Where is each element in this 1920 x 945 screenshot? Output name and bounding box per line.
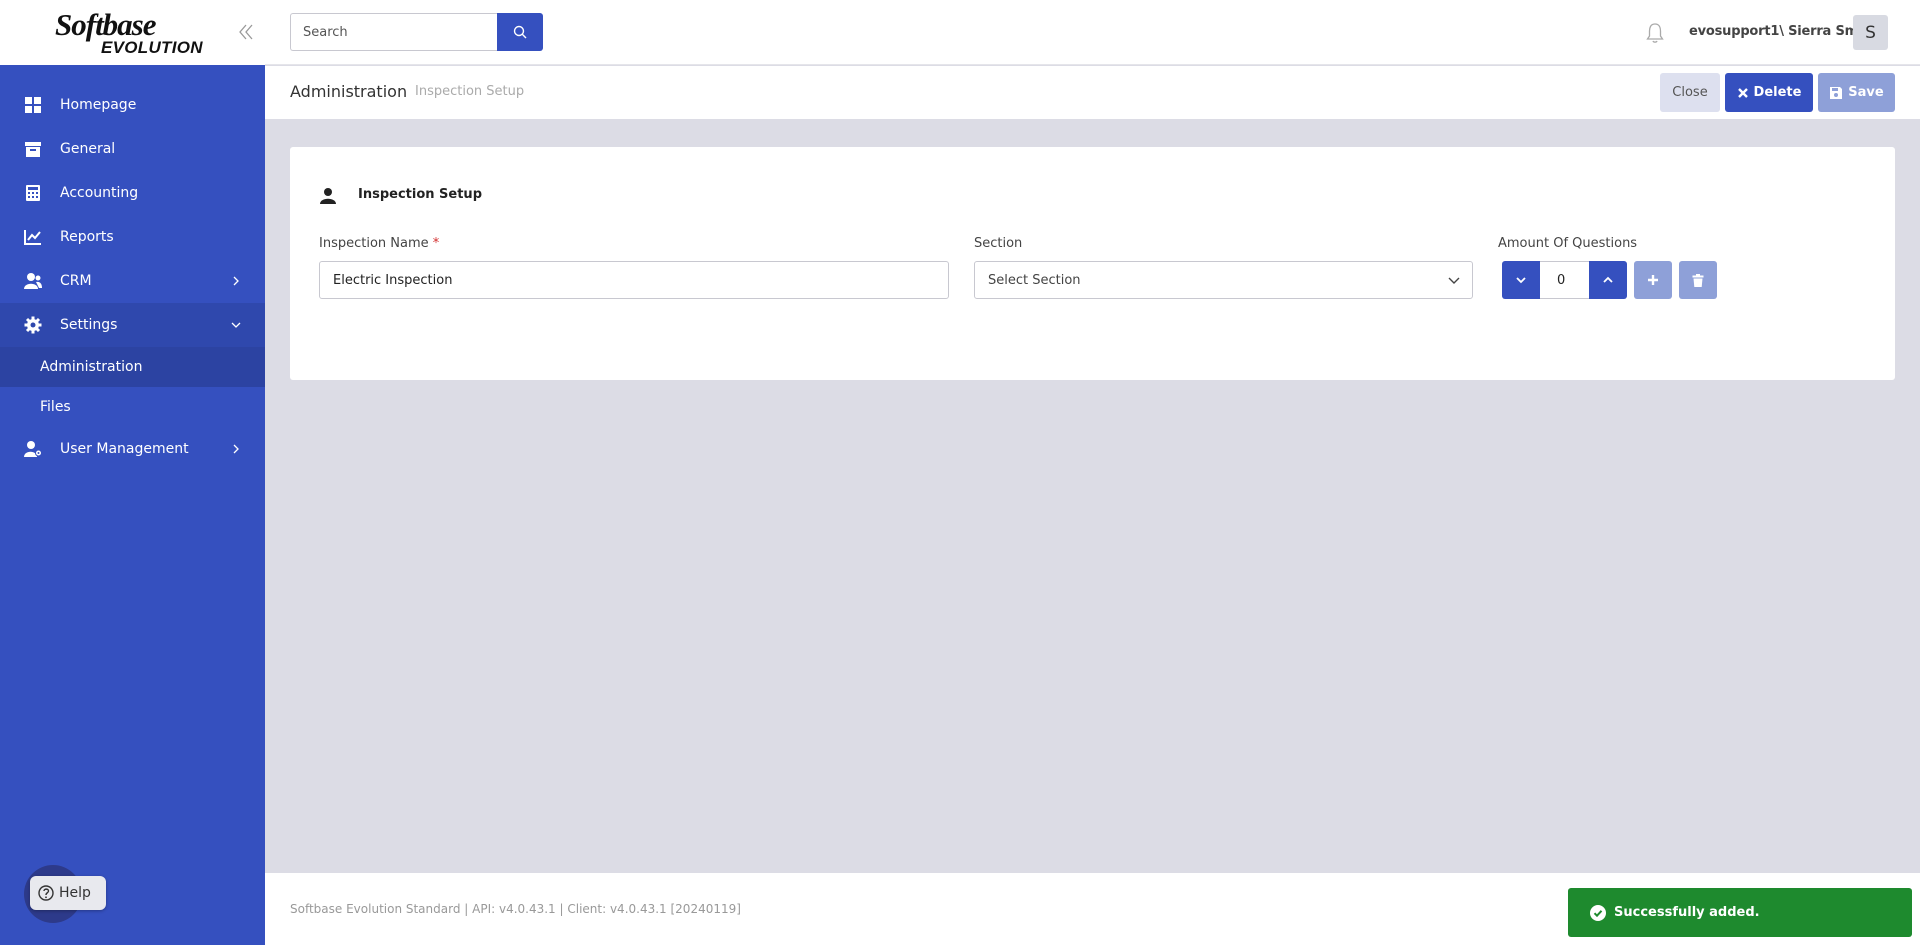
sidebar-item-settings[interactable]: Settings bbox=[0, 303, 265, 347]
chevron-down-icon bbox=[231, 322, 241, 328]
logo-area: Softbase EVOLUTION bbox=[0, 0, 265, 65]
user-icon bbox=[320, 188, 336, 204]
chevron-down-icon bbox=[1448, 277, 1460, 284]
section-label: Section bbox=[974, 236, 1023, 251]
add-question-button[interactable] bbox=[1634, 261, 1672, 299]
chevron-down-icon bbox=[1516, 277, 1526, 284]
page-title: Administration bbox=[290, 82, 408, 101]
sidebar-item-label: Accounting bbox=[60, 185, 139, 201]
trash-icon bbox=[1692, 273, 1704, 287]
settings-group: Settings Administration Files bbox=[0, 303, 265, 427]
close-button-label: Close bbox=[1672, 85, 1708, 100]
logo[interactable]: Softbase EVOLUTION bbox=[55, 7, 205, 60]
user-name[interactable]: evosupport1\ Sierra Smith bbox=[1689, 24, 1877, 39]
sidebar-item-accounting[interactable]: Accounting bbox=[0, 171, 265, 215]
save-button-label: Save bbox=[1848, 85, 1884, 100]
check-circle-icon bbox=[1590, 904, 1606, 921]
users-icon bbox=[24, 273, 42, 289]
logo-text-top: Softbase bbox=[55, 7, 157, 42]
sidebar-subitem-administration[interactable]: Administration bbox=[0, 347, 265, 387]
logo-text-bottom: EVOLUTION bbox=[101, 38, 203, 57]
sidebar-item-label: CRM bbox=[60, 273, 92, 289]
search-input[interactable] bbox=[290, 13, 498, 51]
gear-icon bbox=[24, 316, 42, 334]
sidebar-item-label: User Management bbox=[60, 441, 189, 457]
chevron-right-icon bbox=[233, 276, 239, 286]
delete-button[interactable]: Delete bbox=[1725, 73, 1813, 112]
grid-icon bbox=[25, 97, 41, 113]
delete-button-label: Delete bbox=[1753, 85, 1802, 100]
chevron-up-icon bbox=[1603, 276, 1613, 283]
inspection-name-label-text: Inspection Name bbox=[319, 236, 429, 251]
inspection-setup-card: Inspection Setup Inspection Name * Secti… bbox=[290, 147, 1895, 380]
user-gear-icon bbox=[24, 441, 42, 457]
sidebar-item-homepage[interactable]: Homepage bbox=[0, 83, 265, 127]
sidebar-subitem-files[interactable]: Files bbox=[0, 387, 265, 427]
plus-icon bbox=[1648, 275, 1658, 285]
inspection-name-label: Inspection Name * bbox=[319, 236, 439, 251]
sidebar-item-label: General bbox=[60, 141, 116, 157]
sidebar-item-label: Settings bbox=[60, 317, 118, 333]
sidebar-item-reports[interactable]: Reports bbox=[0, 215, 265, 259]
collapse-sidebar-icon[interactable] bbox=[236, 20, 256, 44]
chart-line-icon bbox=[24, 230, 41, 245]
bell-icon[interactable] bbox=[1645, 22, 1665, 44]
success-toast[interactable]: Successfully added. bbox=[1568, 888, 1912, 937]
increment-button[interactable] bbox=[1589, 261, 1627, 299]
archive-icon bbox=[25, 142, 41, 157]
required-mark: * bbox=[432, 236, 440, 251]
toast-message: Successfully added. bbox=[1614, 905, 1760, 920]
floppy-icon bbox=[1830, 86, 1843, 99]
sidebar-item-label: Reports bbox=[60, 229, 114, 245]
page-header: Administration Inspection Setup Close De… bbox=[265, 66, 1920, 119]
sidebar-item-user-management[interactable]: User Management bbox=[0, 427, 265, 471]
sidebar-nav: Homepage General Accounting Reports CRM … bbox=[0, 83, 265, 471]
inspection-name-input[interactable] bbox=[319, 261, 949, 299]
sidebar-item-label: Homepage bbox=[60, 97, 137, 113]
chevron-right-icon bbox=[233, 444, 239, 454]
delete-question-button[interactable] bbox=[1679, 261, 1717, 299]
help-button[interactable]: Help bbox=[30, 876, 106, 910]
save-button[interactable]: Save bbox=[1818, 73, 1895, 112]
top-bar: evosupport1\ Sierra Smith S bbox=[265, 0, 1920, 65]
question-circle-icon bbox=[38, 885, 54, 901]
section-select[interactable]: Select Section bbox=[974, 261, 1473, 299]
decrement-button[interactable] bbox=[1502, 261, 1540, 299]
help-label: Help bbox=[59, 885, 91, 901]
version-info: Softbase Evolution Standard | API: v4.0.… bbox=[290, 902, 741, 916]
sidebar-item-general[interactable]: General bbox=[0, 127, 265, 171]
search-button[interactable] bbox=[497, 13, 543, 51]
close-icon bbox=[1737, 87, 1748, 98]
close-button[interactable]: Close bbox=[1660, 73, 1720, 112]
search-icon bbox=[513, 25, 527, 39]
sidebar: Softbase EVOLUTION Homepage General Acco… bbox=[0, 0, 265, 945]
section-select-value: Select Section bbox=[988, 272, 1081, 288]
card-title: Inspection Setup bbox=[358, 187, 482, 202]
avatar[interactable]: S bbox=[1853, 15, 1888, 50]
sidebar-item-crm[interactable]: CRM bbox=[0, 259, 265, 303]
breadcrumb: Inspection Setup bbox=[415, 84, 525, 99]
questions-stepper-value[interactable]: 0 bbox=[1540, 261, 1589, 299]
questions-label: Amount Of Questions bbox=[1498, 236, 1638, 251]
calculator-icon bbox=[26, 185, 40, 201]
